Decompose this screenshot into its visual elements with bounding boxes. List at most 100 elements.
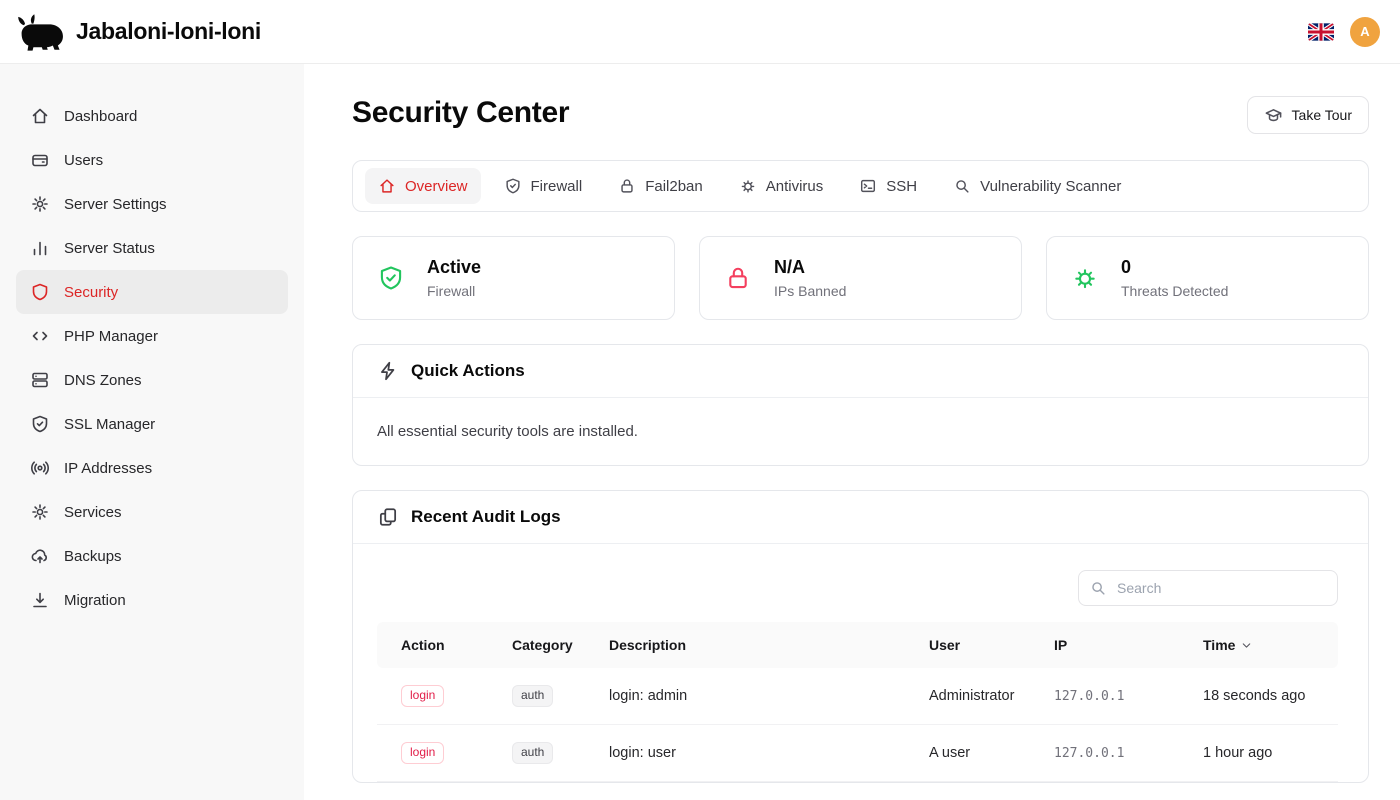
sidebar: Dashboard Users Server Settings Server S… [0,64,304,800]
sidebar-item-ssl-manager[interactable]: SSL Manager [16,402,288,446]
quick-actions-message: All essential security tools are install… [377,423,638,440]
bar-chart-icon [30,238,50,258]
cell-description: login: user [609,745,929,761]
tab-label: Firewall [531,178,583,195]
column-header-user: User [929,637,1054,653]
home-icon [378,177,396,195]
sidebar-item-label: Users [64,152,103,169]
stat-label: Firewall [427,283,481,299]
sidebar-item-backups[interactable]: Backups [16,534,288,578]
lock-icon [724,264,752,292]
column-header-time-label: Time [1203,637,1235,653]
table-row: login auth login: admin Administrator 12… [377,668,1338,725]
tab-fail2ban[interactable]: Fail2ban [605,168,716,204]
audit-logs-body: Action Category Description User IP Time… [353,544,1368,782]
shield-check-icon [30,414,50,434]
shield-check-icon [377,264,405,292]
search-box [1078,570,1338,606]
column-header-description: Description [609,637,929,653]
action-badge: login [401,685,444,708]
audit-search-row [377,570,1338,606]
search-input[interactable] [1078,570,1338,606]
take-tour-button[interactable]: Take Tour [1247,96,1369,134]
server-stack-icon [30,370,50,390]
sidebar-item-server-status[interactable]: Server Status [16,226,288,270]
quick-actions-section: Quick Actions All essential security too… [352,344,1369,466]
sidebar-item-services[interactable]: Services [16,490,288,534]
virus-icon [1071,264,1099,292]
column-header-action: Action [377,637,512,653]
table-row: login auth login: user A user 127.0.0.1 … [377,725,1338,782]
uk-flag-icon [1308,23,1334,41]
sidebar-item-php-manager[interactable]: PHP Manager [16,314,288,358]
stat-label: IPs Banned [774,283,846,299]
sidebar-item-label: SSL Manager [64,416,155,433]
chevron-down-icon [1240,639,1253,652]
stat-value: 0 [1121,257,1228,278]
cell-user: A user [929,745,1054,761]
gear-icon [30,194,50,214]
column-header-category: Category [512,637,609,653]
sidebar-item-ip-addresses[interactable]: IP Addresses [16,446,288,490]
avatar[interactable]: A [1350,17,1380,47]
sidebar-item-label: Security [64,284,118,301]
tab-overview[interactable]: Overview [365,168,481,204]
tab-label: SSH [886,178,917,195]
broadcast-icon [30,458,50,478]
lightning-bolt-icon [377,360,399,382]
cell-time: 1 hour ago [1203,745,1338,761]
gear-icon [30,502,50,522]
sidebar-item-migration[interactable]: Migration [16,578,288,622]
sidebar-item-label: Services [64,504,122,521]
stat-text: 0 Threats Detected [1121,257,1228,299]
security-tabbar: Overview Firewall Fail2ban Antivirus SSH… [352,160,1369,212]
tab-ssh[interactable]: SSH [846,168,930,204]
stat-card-firewall: Active Firewall [352,236,675,320]
code-icon [30,326,50,346]
sidebar-item-label: Backups [64,548,122,565]
quick-actions-header: Quick Actions [353,345,1368,398]
shield-icon [30,282,50,302]
cell-time: 18 seconds ago [1203,688,1338,704]
tab-antivirus[interactable]: Antivirus [726,168,837,204]
scanner-icon [953,177,971,195]
sidebar-item-label: Migration [64,592,126,609]
take-tour-label: Take Tour [1292,107,1352,123]
brand[interactable]: Jabaloni-loni-loni [14,13,261,51]
sidebar-item-dns-zones[interactable]: DNS Zones [16,358,288,402]
brand-name: Jabaloni-loni-loni [76,18,261,45]
tab-label: Vulnerability Scanner [980,178,1121,195]
tab-vulnerability-scanner[interactable]: Vulnerability Scanner [940,168,1134,204]
column-header-ip: IP [1054,637,1203,653]
audit-table: Action Category Description User IP Time… [377,622,1338,782]
column-header-time[interactable]: Time [1203,637,1338,653]
stat-text: Active Firewall [427,257,481,299]
bull-logo-icon [14,13,68,51]
page-header: Security Center Take Tour [352,96,1369,134]
sidebar-item-security[interactable]: Security [16,270,288,314]
audit-logs-section: Recent Audit Logs Action Category Descri… [352,490,1369,783]
language-flag-button[interactable] [1308,23,1334,41]
sidebar-item-dashboard[interactable]: Dashboard [16,94,288,138]
stat-card-threats: 0 Threats Detected [1046,236,1369,320]
stat-card-ips-banned: N/A IPs Banned [699,236,1022,320]
stat-value: N/A [774,257,846,278]
sidebar-item-label: IP Addresses [64,460,152,477]
stat-label: Threats Detected [1121,283,1228,299]
sidebar-item-label: Dashboard [64,108,137,125]
lock-icon [618,177,636,195]
topbar: Jabaloni-loni-loni A [0,0,1400,64]
stat-cards: Active Firewall N/A IPs Banned 0 Threats… [352,236,1369,320]
sidebar-item-label: DNS Zones [64,372,142,389]
cell-description: login: admin [609,688,929,704]
cell-ip: 127.0.0.1 [1054,746,1203,761]
cell-user: Administrator [929,688,1054,704]
sidebar-nav: Dashboard Users Server Settings Server S… [0,94,304,622]
virus-icon [739,177,757,195]
category-badge: auth [512,685,553,708]
home-icon [30,106,50,126]
tab-firewall[interactable]: Firewall [491,168,596,204]
sidebar-item-users[interactable]: Users [16,138,288,182]
sidebar-item-label: Server Settings [64,196,167,213]
sidebar-item-server-settings[interactable]: Server Settings [16,182,288,226]
